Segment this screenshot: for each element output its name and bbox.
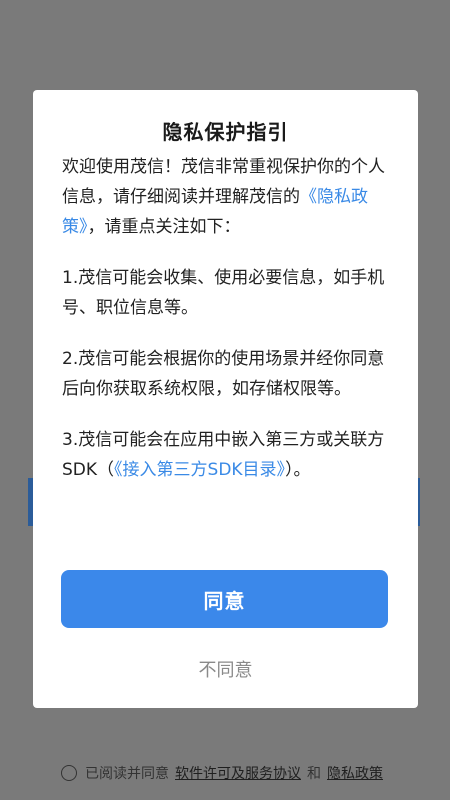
and-text: 和 bbox=[307, 766, 321, 782]
license-agreement-link[interactable]: 软件许可及服务协议 bbox=[175, 763, 301, 783]
intro-tail: ，请重点关注如下： bbox=[87, 217, 241, 237]
privacy-dialog: 隐私保护指引 欢迎使用茂信！茂信非常重视保护你的个人信息，请仔细阅读并理解茂信的… bbox=[33, 90, 418, 708]
point-2: 2.茂信可能会根据你的使用场景并经你同意后向你获取系统权限，如存储权限等。 bbox=[62, 349, 385, 399]
point-3: 3.茂信可能会在应用中嵌入第三方或关联方SDK（《接入第三方SDK目录》）。 bbox=[62, 425, 398, 485]
agree-button[interactable]: 同意 bbox=[61, 570, 388, 628]
footer-privacy-link[interactable]: 隐私政策 bbox=[327, 763, 383, 783]
dialog-content: 欢迎使用茂信！茂信非常重视保护你的个人信息，请仔细阅读并理解茂信的《隐私政策》，… bbox=[62, 152, 398, 506]
point-3-tail: ）。 bbox=[285, 460, 311, 480]
point-1: 1.茂信可能会收集、使用必要信息，如手机号、职位信息等。 bbox=[62, 268, 385, 318]
read-agree-text: 已阅读并同意 bbox=[85, 766, 169, 782]
disagree-button[interactable]: 不同意 bbox=[33, 656, 418, 682]
consent-footer: 已阅读并同意 软件许可及服务协议 和 隐私政策 bbox=[0, 763, 450, 783]
intro-paragraph: 欢迎使用茂信！茂信非常重视保护你的个人信息，请仔细阅读并理解茂信的《隐私政策》，… bbox=[62, 152, 398, 242]
consent-radio[interactable] bbox=[61, 765, 77, 781]
dialog-title: 隐私保护指引 bbox=[162, 120, 289, 144]
sdk-list-link[interactable]: 《接入第三方SDK目录》 bbox=[114, 460, 285, 480]
